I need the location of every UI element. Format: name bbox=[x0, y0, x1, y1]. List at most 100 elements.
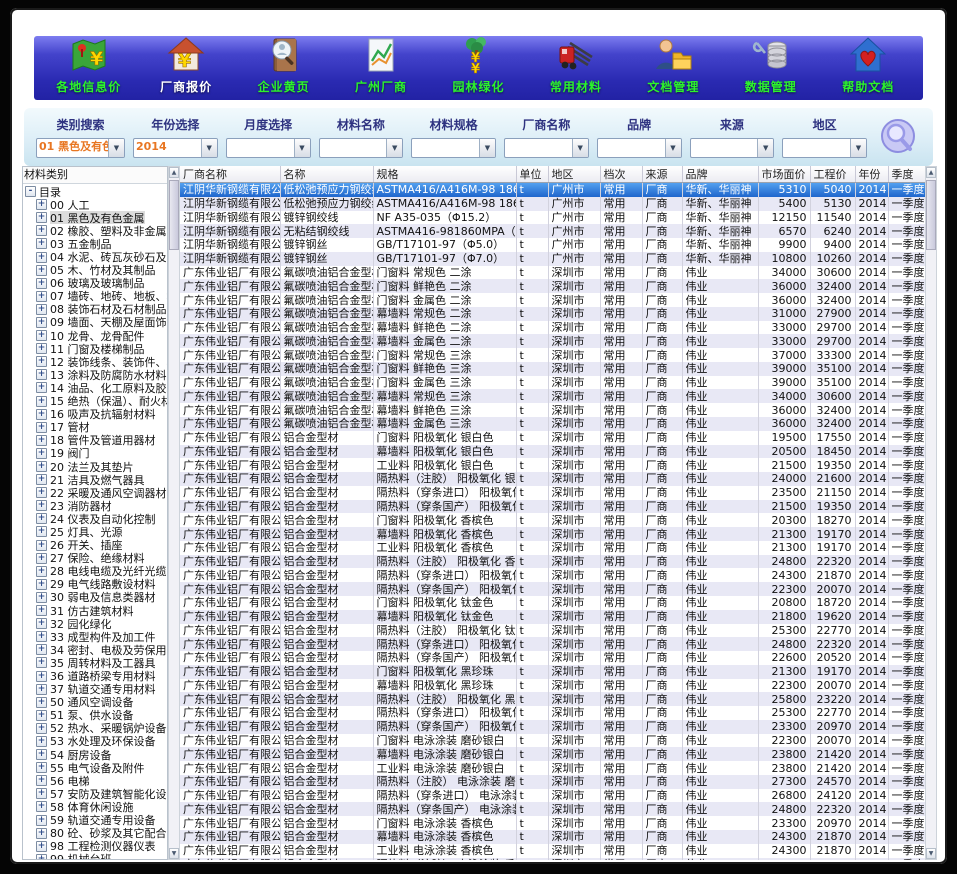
table-row[interactable]: 广东伟业铝厂有限公司铝合金型材隔热料（穿条国产） 阳极氧化t深圳市常用厂商伟业2… bbox=[180, 582, 925, 596]
sidebar-item-00[interactable]: +00 人工 bbox=[23, 198, 167, 211]
table-row[interactable]: 广东伟业铝厂有限公司氟碳喷油铝合金型材幕墙料 常规色 二涂t深圳市常用厂商伟业3… bbox=[180, 307, 925, 321]
sidebar-item-51[interactable]: +51 泵、供水设备 bbox=[23, 709, 167, 722]
column-header-6[interactable]: 档次 bbox=[600, 166, 642, 183]
sidebar-item-32[interactable]: +32 园化绿化 bbox=[23, 617, 167, 630]
tree-root-item[interactable]: -目录 bbox=[23, 185, 167, 198]
sidebar-item-22[interactable]: +22 采暖及通风空调器材 bbox=[23, 486, 167, 499]
sidebar-item-21[interactable]: +21 洁具及燃气器具 bbox=[23, 473, 167, 486]
sidebar-item-16[interactable]: +16 吸声及抗辐射材料 bbox=[23, 408, 167, 421]
expand-icon[interactable]: + bbox=[36, 330, 47, 341]
table-row[interactable]: 广东伟业铝厂有限公司铝合金型材门窗料 阳极氧化 香槟色t深圳市常用厂商伟业203… bbox=[180, 513, 925, 527]
expand-icon[interactable]: + bbox=[36, 854, 47, 859]
table-row[interactable]: 广东伟业铝厂有限公司铝合金型材工业料 阳极氧化 香槟色t深圳市常用厂商伟业213… bbox=[180, 541, 925, 555]
expand-icon[interactable]: + bbox=[36, 710, 47, 721]
table-row[interactable]: 广东伟业铝厂有限公司氟碳喷油铝合金型材门窗料 金属色 二涂t深圳市常用厂商伟业3… bbox=[180, 293, 925, 307]
expand-icon[interactable]: + bbox=[36, 461, 47, 472]
sidebar-item-36[interactable]: +36 道路桥梁专用材料 bbox=[23, 669, 167, 682]
expand-icon[interactable]: + bbox=[36, 631, 47, 642]
table-row[interactable]: 广东伟业铝厂有限公司铝合金型材门窗料 电泳涂装 磨砂银白t深圳市常用厂商伟业22… bbox=[180, 734, 925, 748]
table-row[interactable]: 广东伟业铝厂有限公司铝合金型材幕墙料 阳极氧化 钛金色t深圳市常用厂商伟业218… bbox=[180, 610, 925, 624]
sidebar-item-09[interactable]: +09 墙面、天棚及屋面饰面材料 bbox=[23, 316, 167, 329]
brand-dropdown[interactable]: ▼ bbox=[597, 138, 682, 158]
chevron-down-icon[interactable]: ▼ bbox=[572, 139, 588, 157]
expand-icon[interactable]: + bbox=[36, 474, 47, 485]
sidebar-item-57[interactable]: +57 安防及建筑智能化设备 bbox=[23, 787, 167, 800]
column-header-9[interactable]: 市场面价 bbox=[758, 166, 810, 183]
table-row[interactable]: 广东伟业铝厂有限公司氟碳喷油铝合金型材幕墙料 鲜艳色 三涂t深圳市常用厂商伟业3… bbox=[180, 403, 925, 417]
chevron-down-icon[interactable]: ▼ bbox=[665, 139, 681, 157]
scroll-down-icon[interactable]: ▼ bbox=[926, 848, 936, 859]
sidebar-item-01[interactable]: +01 黑色及有色金属 bbox=[23, 211, 167, 224]
table-row[interactable]: 江阴华新钢缆有限公司镀锌钢丝GB/T17101-97（Φ7.0）t广州市常用厂商… bbox=[180, 252, 925, 266]
region-dropdown[interactable]: ▼ bbox=[782, 138, 867, 158]
toolbar-item-9[interactable]: 帮助文档 bbox=[822, 38, 914, 98]
toolbar-item-6[interactable]: 常用材料 bbox=[530, 38, 622, 98]
expand-icon[interactable]: + bbox=[36, 435, 47, 446]
sidebar-item-11[interactable]: +11 门窗及楼梯制品 bbox=[23, 342, 167, 355]
expand-icon[interactable]: + bbox=[36, 500, 47, 511]
sidebar-item-20[interactable]: +20 法兰及其垫片 bbox=[23, 460, 167, 473]
expand-icon[interactable]: + bbox=[36, 317, 47, 328]
expand-icon[interactable]: + bbox=[36, 579, 47, 590]
expand-icon[interactable]: + bbox=[36, 369, 47, 380]
sidebar-item-12[interactable]: +12 装饰线条、装饰件、栏杆 bbox=[23, 355, 167, 368]
sidebar-item-15[interactable]: +15 绝热（保温）、耐火材料 bbox=[23, 395, 167, 408]
material-name-dropdown[interactable]: ▼ bbox=[319, 138, 404, 158]
sidebar-item-02[interactable]: +02 橡胶、塑料及非金属 bbox=[23, 224, 167, 237]
table-row[interactable]: 广东伟业铝厂有限公司铝合金型材隔热料（注胶） 阳极氧化 钛金t深圳市常用厂商伟业… bbox=[180, 624, 925, 638]
chevron-down-icon[interactable]: ▼ bbox=[108, 139, 124, 157]
expand-icon[interactable]: + bbox=[36, 697, 47, 708]
year-dropdown[interactable]: 2014▼ bbox=[133, 138, 218, 158]
table-row[interactable]: 广东伟业铝厂有限公司铝合金型材隔热料（穿条进口） 阳极氧化t深圳市常用厂商伟业2… bbox=[180, 706, 925, 720]
expand-icon[interactable]: + bbox=[36, 553, 47, 564]
collapse-icon[interactable]: - bbox=[25, 186, 36, 197]
sidebar-item-10[interactable]: +10 龙骨、龙骨配件 bbox=[23, 329, 167, 342]
table-row[interactable]: 广东伟业铝厂有限公司氟碳喷油铝合金型材幕墙料 金属色 三涂t深圳市常用厂商伟业3… bbox=[180, 417, 925, 431]
column-header-1[interactable]: 厂商名称 bbox=[180, 166, 280, 183]
expand-icon[interactable]: + bbox=[36, 278, 47, 289]
chevron-down-icon[interactable]: ▼ bbox=[757, 139, 773, 157]
table-row[interactable]: 江阴华新钢缆有限公司低松弛预应力钢绞线ASTMA416/A416M-98 186… bbox=[180, 197, 925, 211]
expand-icon[interactable]: + bbox=[36, 448, 47, 459]
expand-icon[interactable]: + bbox=[36, 540, 47, 551]
sidebar-item-54[interactable]: +54 厨房设备 bbox=[23, 748, 167, 761]
sidebar-item-29[interactable]: +29 电气线路敷设材料 bbox=[23, 578, 167, 591]
expand-icon[interactable]: + bbox=[36, 526, 47, 537]
expand-icon[interactable]: + bbox=[36, 396, 47, 407]
sidebar-item-50[interactable]: +50 通风空调设备 bbox=[23, 696, 167, 709]
expand-icon[interactable]: + bbox=[36, 199, 47, 210]
table-row[interactable]: 广东伟业铝厂有限公司铝合金型材隔热料（穿条进口） 阳极氧化t深圳市常用厂商伟业2… bbox=[180, 637, 925, 651]
column-header-4[interactable]: 单位 bbox=[516, 166, 548, 183]
table-row[interactable]: 广东伟业铝厂有限公司氟碳喷油铝合金型材门窗料 鲜艳色 三涂t深圳市常用厂商伟业3… bbox=[180, 362, 925, 376]
table-row[interactable]: 江阴华新钢缆有限公司镀锌钢绞线NF A35-035（Φ15.2）t广州市常用厂商… bbox=[180, 211, 925, 225]
table-row[interactable]: 广东伟业铝厂有限公司铝合金型材门窗料 阳极氧化 黑珍珠t深圳市常用厂商伟业213… bbox=[180, 665, 925, 679]
expand-icon[interactable]: + bbox=[36, 762, 47, 773]
table-row[interactable]: 广东伟业铝厂有限公司氟碳喷油铝合金型材幕墙料 常规色 三涂t深圳市常用厂商伟业3… bbox=[180, 389, 925, 403]
sidebar-item-99[interactable]: +99 机械台班 bbox=[23, 853, 167, 859]
sidebar-item-25[interactable]: +25 灯具、光源 bbox=[23, 525, 167, 538]
chevron-down-icon[interactable]: ▼ bbox=[294, 139, 310, 157]
column-header-8[interactable]: 品牌 bbox=[682, 166, 758, 183]
chevron-down-icon[interactable]: ▼ bbox=[850, 139, 866, 157]
table-row[interactable]: 广东伟业铝厂有限公司铝合金型材隔热料（注胶） 阳极氧化 香槟t深圳市常用厂商伟业… bbox=[180, 555, 925, 569]
table-row[interactable]: 江阴华新钢缆有限公司无粘结钢绞线ASTMA416-981860MPA（Φ15.2… bbox=[180, 224, 925, 238]
expand-icon[interactable]: + bbox=[36, 657, 47, 668]
expand-icon[interactable]: + bbox=[36, 618, 47, 629]
chevron-down-icon[interactable]: ▼ bbox=[386, 139, 402, 157]
table-row[interactable]: 江阴华新钢缆有限公司低松弛预应力钢绞线ASTMA416/A416M-98 186… bbox=[180, 183, 925, 197]
scroll-thumb[interactable] bbox=[169, 180, 179, 250]
expand-icon[interactable]: + bbox=[36, 487, 47, 498]
expand-icon[interactable]: + bbox=[36, 566, 47, 577]
expand-icon[interactable]: + bbox=[36, 736, 47, 747]
table-row[interactable]: 广东伟业铝厂有限公司氟碳喷油铝合金型材幕墙料 金属色 二涂t深圳市常用厂商伟业3… bbox=[180, 334, 925, 348]
scroll-down-icon[interactable]: ▼ bbox=[169, 848, 179, 859]
table-row[interactable]: 广东伟业铝厂有限公司铝合金型材门窗料 电泳涂装 香槟色t深圳市常用厂商伟业233… bbox=[180, 816, 925, 830]
toolbar-item-3[interactable]: 企业黄页 bbox=[238, 38, 330, 98]
sidebar-item-18[interactable]: +18 管件及管道用器材 bbox=[23, 434, 167, 447]
table-row[interactable]: 广东伟业铝厂有限公司铝合金型材隔热料（注胶） 阳极氧化 银白t深圳市常用厂商伟业… bbox=[180, 472, 925, 486]
scroll-track[interactable] bbox=[926, 178, 936, 848]
sidebar-item-17[interactable]: +17 管材 bbox=[23, 421, 167, 434]
column-header-3[interactable]: 规格 bbox=[373, 166, 516, 183]
sidebar-item-59[interactable]: +59 轨道交通专用设备 bbox=[23, 814, 167, 827]
table-row[interactable]: 广东伟业铝厂有限公司铝合金型材隔热料（穿条国产） 阳极氧化t深圳市常用厂商伟业2… bbox=[180, 720, 925, 734]
